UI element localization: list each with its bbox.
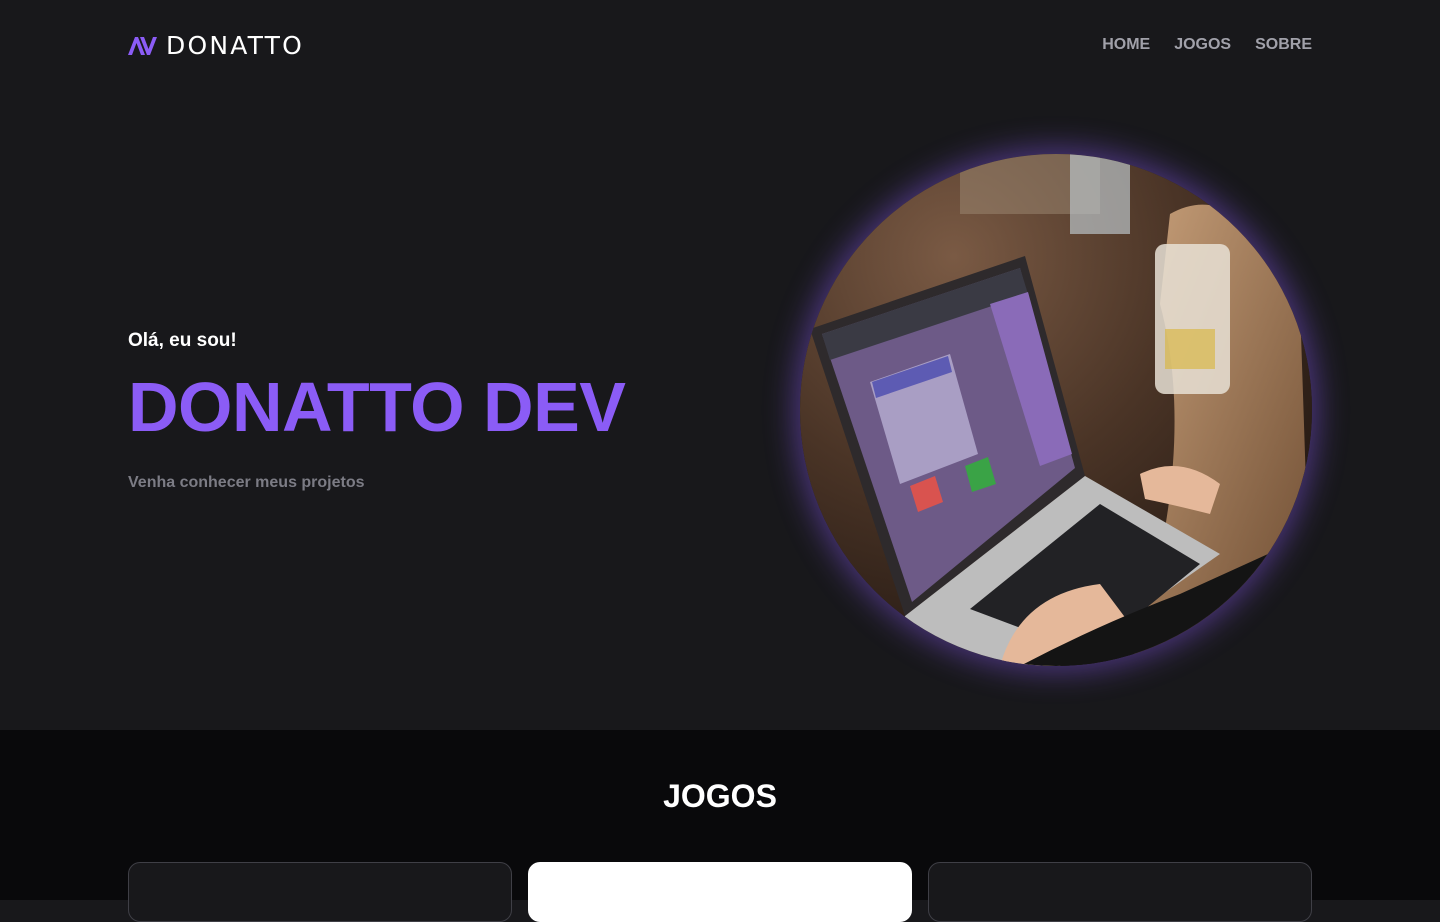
game-card-2[interactable]	[528, 862, 912, 922]
logo-link[interactable]: DONATTO	[128, 33, 304, 58]
logo-text: DONATTO	[166, 30, 304, 60]
hero-text: Olá, eu sou! DONATTO DEV Venha conhecer …	[128, 330, 626, 492]
hero-greeting: Olá, eu sou!	[128, 330, 237, 351]
game-card-3[interactable]	[928, 862, 1312, 922]
game-card-1[interactable]	[128, 862, 512, 922]
main-nav: HOME JOGOS SOBRE	[1102, 36, 1312, 54]
hero-subtitle: Venha conhecer meus projetos	[128, 474, 365, 491]
nav-sobre-link[interactable]: SOBRE	[1255, 36, 1312, 54]
laptop-photo-image	[800, 154, 1312, 666]
games-section: JOGOS	[0, 730, 1440, 922]
hero-title: DONATTO DEV	[128, 368, 626, 446]
nav-jogos-link[interactable]: JOGOS	[1174, 36, 1231, 54]
nav-home-link[interactable]: HOME	[1102, 36, 1150, 54]
hero-photo	[800, 154, 1312, 666]
logo-icon	[128, 37, 157, 55]
site-header: DONATTO HOME JOGOS SOBRE	[128, 30, 1312, 60]
hero-section: DONATTO HOME JOGOS SOBRE Olá, eu sou! DO…	[0, 0, 1440, 730]
games-title: JOGOS	[663, 778, 777, 814]
